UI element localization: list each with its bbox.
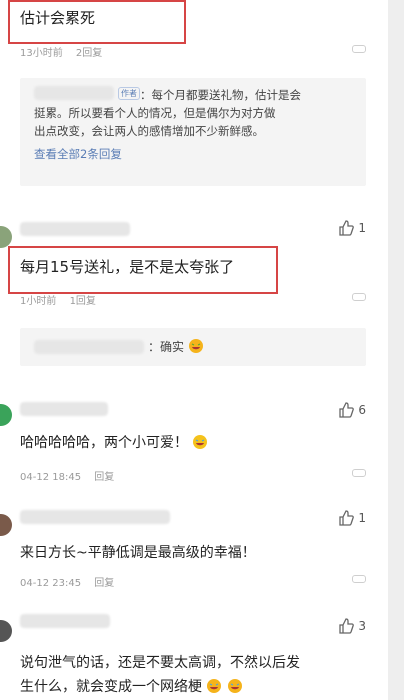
like-button-5[interactable]: 3: [338, 618, 366, 634]
username-blur-4: [20, 510, 170, 524]
comment-text-5-line2-content: 生什么，就会变成一个网络梗: [20, 679, 202, 695]
like-count-3: 6: [358, 403, 366, 417]
avatar[interactable]: [0, 514, 12, 536]
avatar[interactable]: [0, 620, 12, 642]
like-count-4: 1: [358, 511, 366, 525]
rolling-laughing-emoji: [207, 679, 222, 693]
more-options-icon[interactable]: [352, 469, 366, 477]
reply-text-2: ：确实: [148, 338, 204, 356]
comment-replies-1[interactable]: 2回复: [76, 48, 102, 59]
like-button-2[interactable]: 1: [338, 220, 366, 236]
thumbs-up-icon: [339, 220, 355, 236]
avatar[interactable]: [0, 226, 12, 248]
reply-text-1-line2: 挺累。所以要看个人的情况，但是偶尔为对方做: [34, 106, 276, 120]
comment-meta-4: 04-12 23:45 回复: [20, 574, 124, 589]
reply-action-3[interactable]: 回复: [94, 472, 114, 483]
view-all-replies-link[interactable]: 查看全部2条回复: [34, 146, 122, 162]
comment-text-4: 来日方长~平静低调是最高级的幸福！: [20, 545, 256, 561]
comment-time-3: 04-12 18:45: [20, 472, 82, 483]
comment-replies-2[interactable]: 1回复: [70, 296, 96, 307]
comment-time-2: 1小时前: [20, 296, 57, 307]
comment-text-2: 每月15号送礼，是不是太夸张了: [20, 258, 235, 276]
comment-meta-2: 1小时前 1回复: [20, 292, 106, 307]
more-options-icon[interactable]: [352, 293, 366, 301]
comment-text-3: 哈哈哈哈哈，两个小可爱！: [20, 432, 208, 452]
like-count-2: 1: [358, 221, 366, 235]
reply-action-4[interactable]: 回复: [94, 578, 114, 589]
reply-text-1-line1: ：每个月都要送礼物，估计是会: [140, 88, 301, 102]
reply-text-2-content: ：确实: [148, 340, 185, 354]
reply-username-blur: [34, 86, 114, 100]
comment-text-3-content: 哈哈哈哈哈，两个小可爱！: [20, 435, 188, 451]
comment-time-1: 13小时前: [20, 48, 63, 59]
comment-meta-3: 04-12 18:45 回复: [20, 468, 124, 483]
reply-username-blur-2: [34, 340, 144, 354]
laughing-crying-emoji: [193, 435, 208, 449]
avatar[interactable]: [0, 404, 12, 426]
more-options-icon[interactable]: [352, 575, 366, 583]
author-badge: 作者: [118, 87, 140, 100]
thumbs-up-icon: [339, 402, 355, 418]
comment-text-1: 估计会累死: [20, 9, 96, 27]
like-count-5: 3: [358, 619, 366, 633]
username-blur-2: [20, 222, 130, 236]
like-button-3[interactable]: 6: [338, 402, 366, 418]
username-blur-5: [20, 614, 110, 628]
comment-time-4: 04-12 23:45: [20, 578, 82, 589]
comment-text-5-line1: 说句泄气的话，还是不要太高调，不然以后发: [20, 655, 300, 671]
reply-text-1-line3: 出点改变，会让两人的感情增加不少新鲜感。: [34, 124, 264, 138]
thumbs-up-icon: [339, 618, 355, 634]
username-blur-3: [20, 402, 108, 416]
thumbs-up-icon: [339, 510, 355, 526]
more-options-icon[interactable]: [352, 45, 366, 53]
comment-text-5-line2: 生什么，就会变成一个网络梗: [20, 676, 243, 696]
like-button-4[interactable]: 1: [338, 510, 366, 526]
laughing-crying-emoji: [188, 339, 203, 353]
scrollbar-track[interactable]: [388, 0, 404, 700]
rolling-laughing-emoji: [227, 679, 242, 693]
comment-meta-1: 13小时前 2回复: [20, 44, 112, 59]
